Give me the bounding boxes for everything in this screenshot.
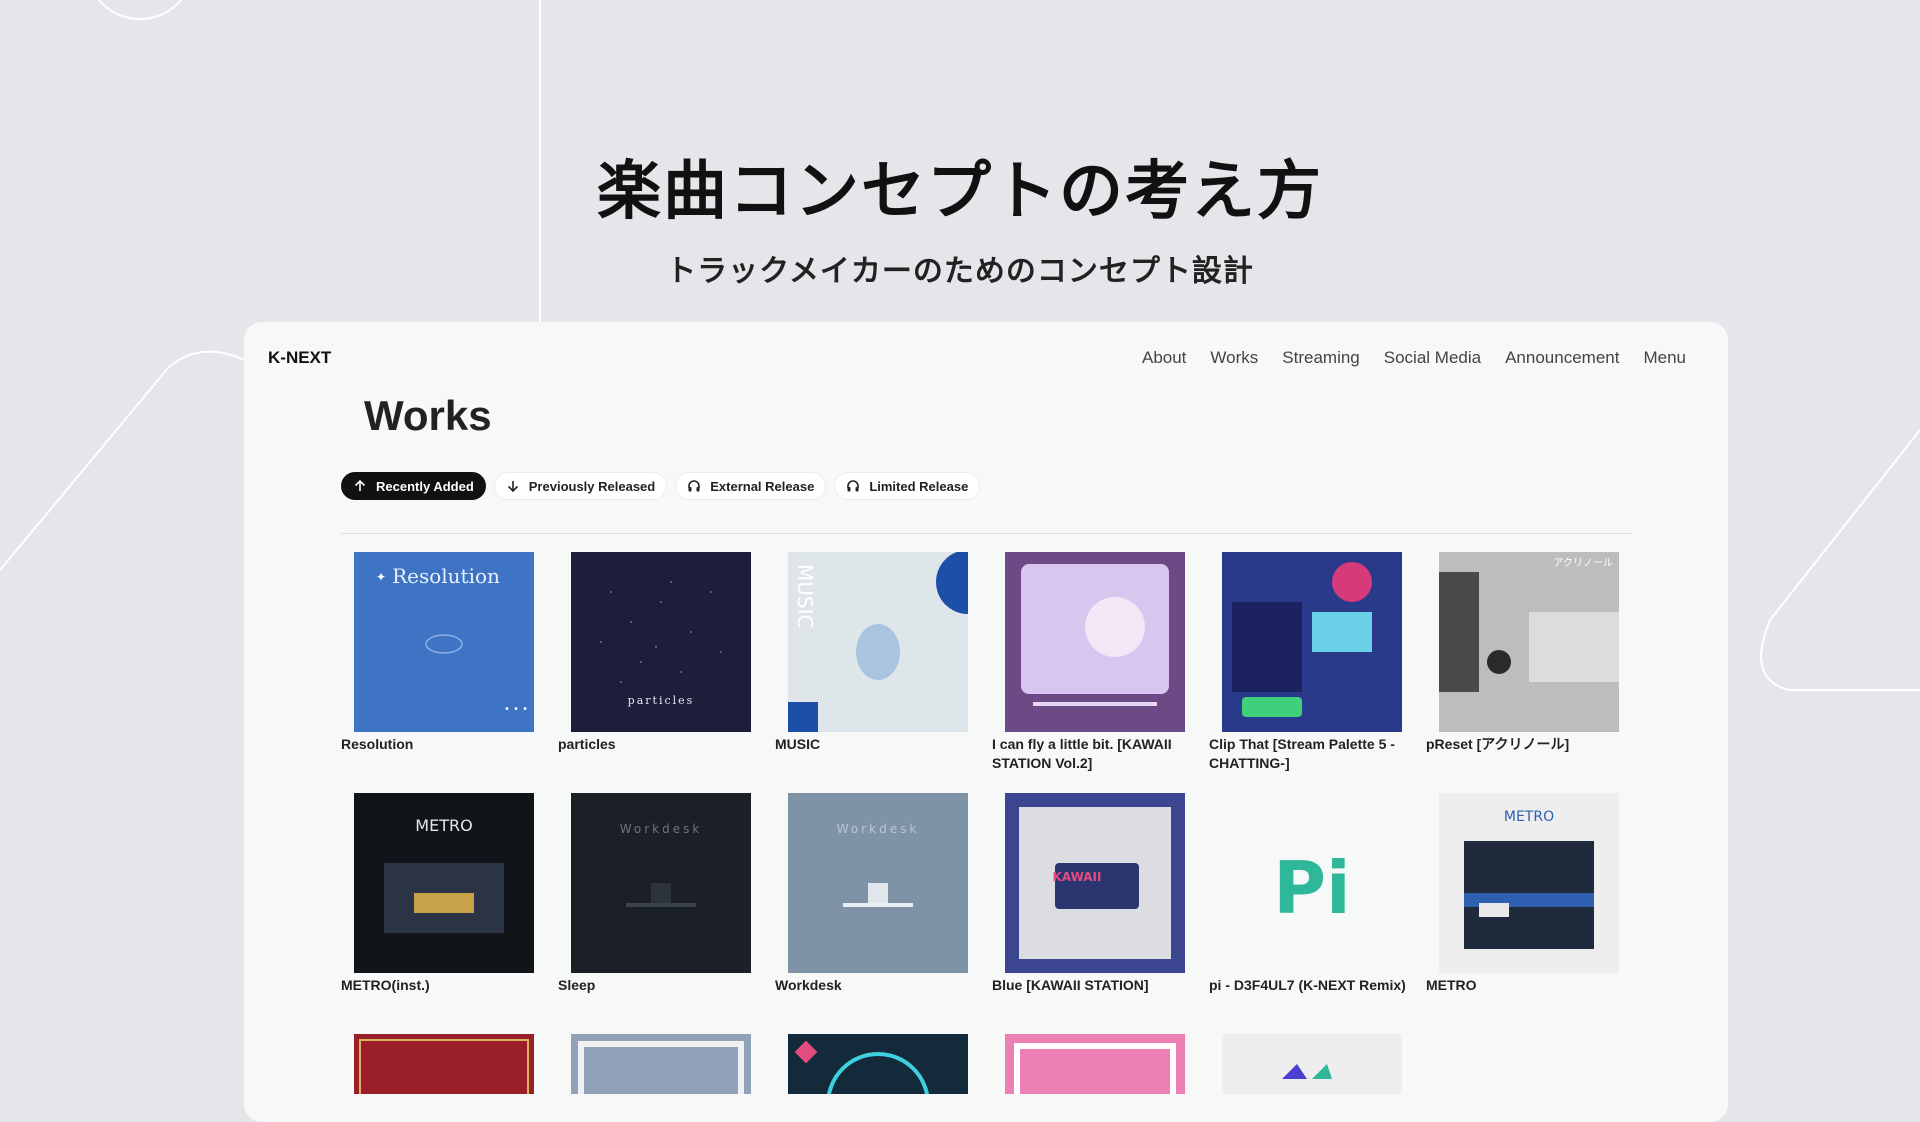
- album-cover: [1222, 552, 1402, 732]
- work-card[interactable]: [992, 1034, 1209, 1094]
- svg-text:Workdesk: Workdesk: [620, 822, 703, 836]
- work-title: I can fly a little bit. [KAWAII STATION …: [992, 736, 1172, 771]
- hero-title: 楽曲コンセプトの考え方: [597, 155, 1323, 229]
- page-title: Works: [364, 392, 492, 439]
- works-grid-partial-row: [341, 1034, 1643, 1094]
- album-cover: [788, 1034, 968, 1094]
- work-title: MUSIC: [775, 736, 821, 752]
- album-cover: [1005, 1034, 1185, 1094]
- album-cover: [354, 1034, 534, 1094]
- hero-subtitle: トラックメイカーのためのコンセプト設計: [666, 254, 1254, 289]
- work-title: Workdesk: [775, 977, 842, 993]
- filter-label: Recently Added: [376, 478, 474, 494]
- svg-text:• • •: • • •: [504, 704, 528, 715]
- work-title: particles: [558, 736, 616, 752]
- work-card-music[interactable]: MUSIC MUSIC: [775, 552, 992, 773]
- work-card-i-can-fly[interactable]: I can fly a little bit. [KAWAII STATION …: [992, 552, 1209, 773]
- hero-section: 楽曲コンセプトの考え方 トラックメイカーのためのコンセプト設計: [0, 140, 1920, 290]
- work-card-workdesk[interactable]: Workdesk Workdesk: [775, 793, 992, 995]
- filter-label: Previously Released: [528, 478, 656, 494]
- arrow-up-icon: [354, 479, 366, 491]
- nav-works[interactable]: Works: [1210, 348, 1258, 368]
- album-cover: KAWAII: [1005, 793, 1185, 973]
- filter-bar: Recently Added Previously Released Exter…: [341, 472, 981, 500]
- main-nav: About Works Streaming Social Media Annou…: [1142, 348, 1686, 368]
- album-cover: [1222, 1034, 1402, 1094]
- album-cover: アクリノール: [1439, 552, 1619, 732]
- work-card-particles[interactable]: particles particles: [558, 552, 775, 773]
- headphones-icon: [688, 480, 701, 492]
- svg-text:METRO: METRO: [415, 816, 472, 835]
- svg-text:KAWAII: KAWAII: [1053, 870, 1102, 884]
- filter-external-release-button[interactable]: External Release: [675, 472, 827, 500]
- album-cover: Workdesk: [788, 793, 968, 973]
- work-card-metro[interactable]: METRO METRO: [1426, 793, 1643, 995]
- work-card-metro-inst[interactable]: METRO METRO(inst.): [341, 793, 558, 995]
- arrow-down-icon: [507, 481, 518, 493]
- svg-text:✦: ✦: [376, 570, 386, 584]
- album-cover: METRO: [354, 793, 534, 973]
- headphones-icon: [847, 480, 860, 492]
- work-title: Resolution: [341, 736, 414, 752]
- album-cover: Workdesk: [571, 793, 751, 973]
- work-card-resolution[interactable]: Resolution ✦ • • • Resolution: [341, 552, 558, 773]
- work-title: Blue [KAWAII STATION]: [992, 977, 1149, 993]
- svg-text:アクリノール: アクリノール: [1554, 557, 1614, 569]
- work-card-clip-that[interactable]: Clip That [Stream Palette 5 - CHATTING-]: [1209, 552, 1426, 773]
- album-cover: [571, 1034, 751, 1094]
- work-card-pi[interactable]: Pi pi - D3F4UL7 (K-NEXT Remix): [1209, 793, 1426, 995]
- works-grid: Resolution ✦ • • • Resolution particles …: [341, 552, 1641, 995]
- work-title: METRO(inst.): [341, 977, 430, 993]
- work-title: pi - D3F4UL7 (K-NEXT Remix): [1209, 977, 1406, 993]
- filter-previously-released-button[interactable]: Previously Released: [493, 472, 668, 500]
- nav-streaming[interactable]: Streaming: [1282, 348, 1359, 368]
- work-title: pReset [アクリノール]: [1426, 736, 1570, 752]
- work-card[interactable]: [775, 1034, 992, 1094]
- filter-recently-added-button[interactable]: Recently Added: [341, 472, 486, 500]
- nav-social-media[interactable]: Social Media: [1384, 348, 1481, 368]
- site-logo[interactable]: K-NEXT: [268, 348, 331, 368]
- album-cover: MUSIC: [788, 552, 968, 732]
- work-card-preset[interactable]: アクリノール pReset [アクリノール]: [1426, 552, 1643, 773]
- svg-text:METRO: METRO: [1504, 809, 1554, 825]
- nav-about[interactable]: About: [1142, 348, 1186, 368]
- nav-menu[interactable]: Menu: [1643, 348, 1686, 368]
- svg-text:Workdesk: Workdesk: [837, 822, 920, 836]
- filter-limited-release-button[interactable]: Limited Release: [834, 472, 981, 500]
- album-cover: Resolution ✦ • • •: [354, 552, 534, 732]
- album-cover: [1005, 552, 1185, 732]
- work-card[interactable]: [558, 1034, 775, 1094]
- svg-text:particles: particles: [628, 694, 695, 707]
- svg-text:Resolution: Resolution: [392, 564, 500, 588]
- work-card[interactable]: [1209, 1034, 1426, 1094]
- work-card-sleep[interactable]: Workdesk Sleep: [558, 793, 775, 995]
- work-title: Clip That [Stream Palette 5 - CHATTING-]: [1209, 736, 1395, 771]
- nav-announcement[interactable]: Announcement: [1505, 348, 1619, 368]
- website-panel: K-NEXT About Works Streaming Social Medi…: [244, 322, 1728, 1122]
- filter-label: Limited Release: [869, 478, 969, 494]
- work-card-blue[interactable]: KAWAII Blue [KAWAII STATION]: [992, 793, 1209, 995]
- filter-label: External Release: [710, 478, 815, 494]
- album-cover: METRO: [1439, 793, 1619, 973]
- work-title: METRO: [1426, 977, 1477, 993]
- work-card[interactable]: [341, 1034, 558, 1094]
- work-title: Sleep: [558, 977, 596, 993]
- album-cover: Pi: [1222, 793, 1402, 973]
- svg-text:Pi: Pi: [1273, 846, 1350, 930]
- divider: [341, 533, 1631, 534]
- svg-text:MUSIC: MUSIC: [793, 564, 817, 628]
- album-cover: particles: [571, 552, 751, 732]
